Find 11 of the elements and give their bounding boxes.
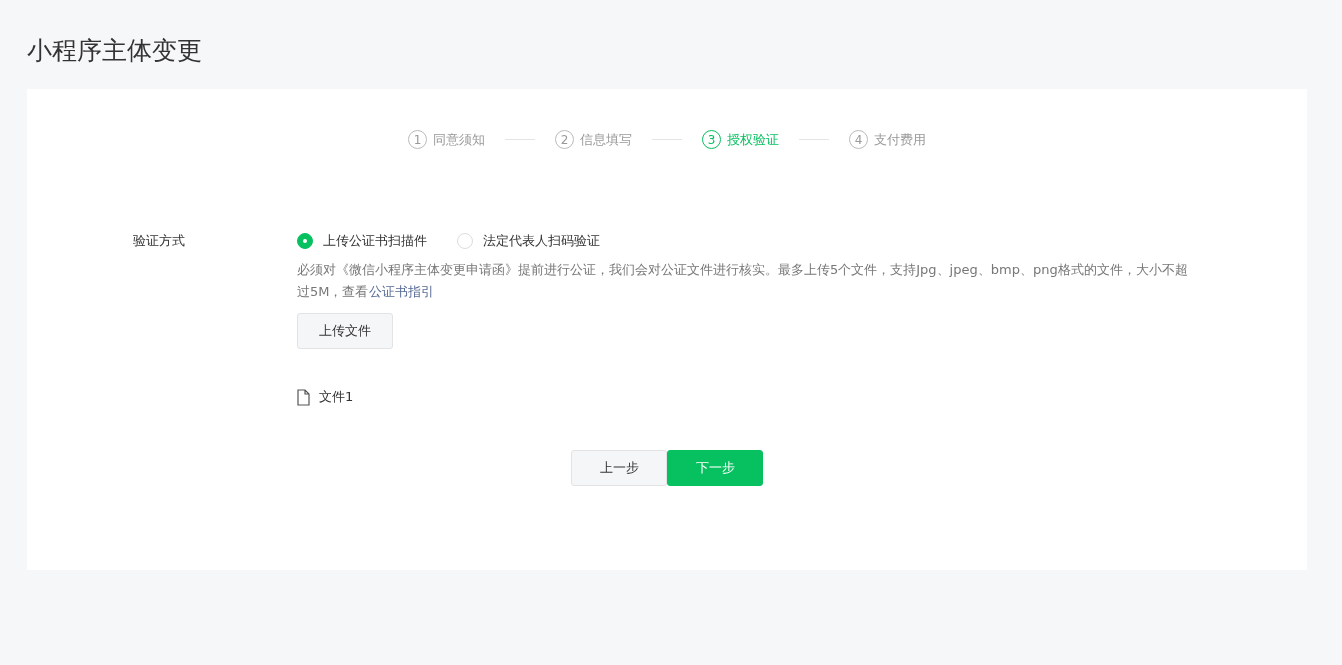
previous-button[interactable]: 上一步 [571, 450, 667, 486]
radio-option[interactable]: 上传公证书扫描件 [297, 231, 427, 251]
page-title: 小程序主体变更 [27, 35, 203, 67]
radio-option[interactable]: 法定代表人扫码验证 [457, 231, 600, 251]
radio-icon[interactable] [297, 233, 313, 249]
file-icon [297, 388, 310, 406]
upload-button[interactable]: 上传文件 [297, 313, 393, 349]
field-label: 验证方式 [133, 232, 186, 250]
description-text: 必须对《微信小程序主体变更申请函》提前进行公证，我们会对公证文件进行核实。最多上传5个文件，支持Jpg、jpeg、bmp、png格式的文件，大小不超过5M，查看公证书指引 [297, 261, 1189, 301]
file-name[interactable]: 文件1 [319, 388, 354, 406]
guide-link[interactable]: 公证书指引 [368, 284, 434, 299]
